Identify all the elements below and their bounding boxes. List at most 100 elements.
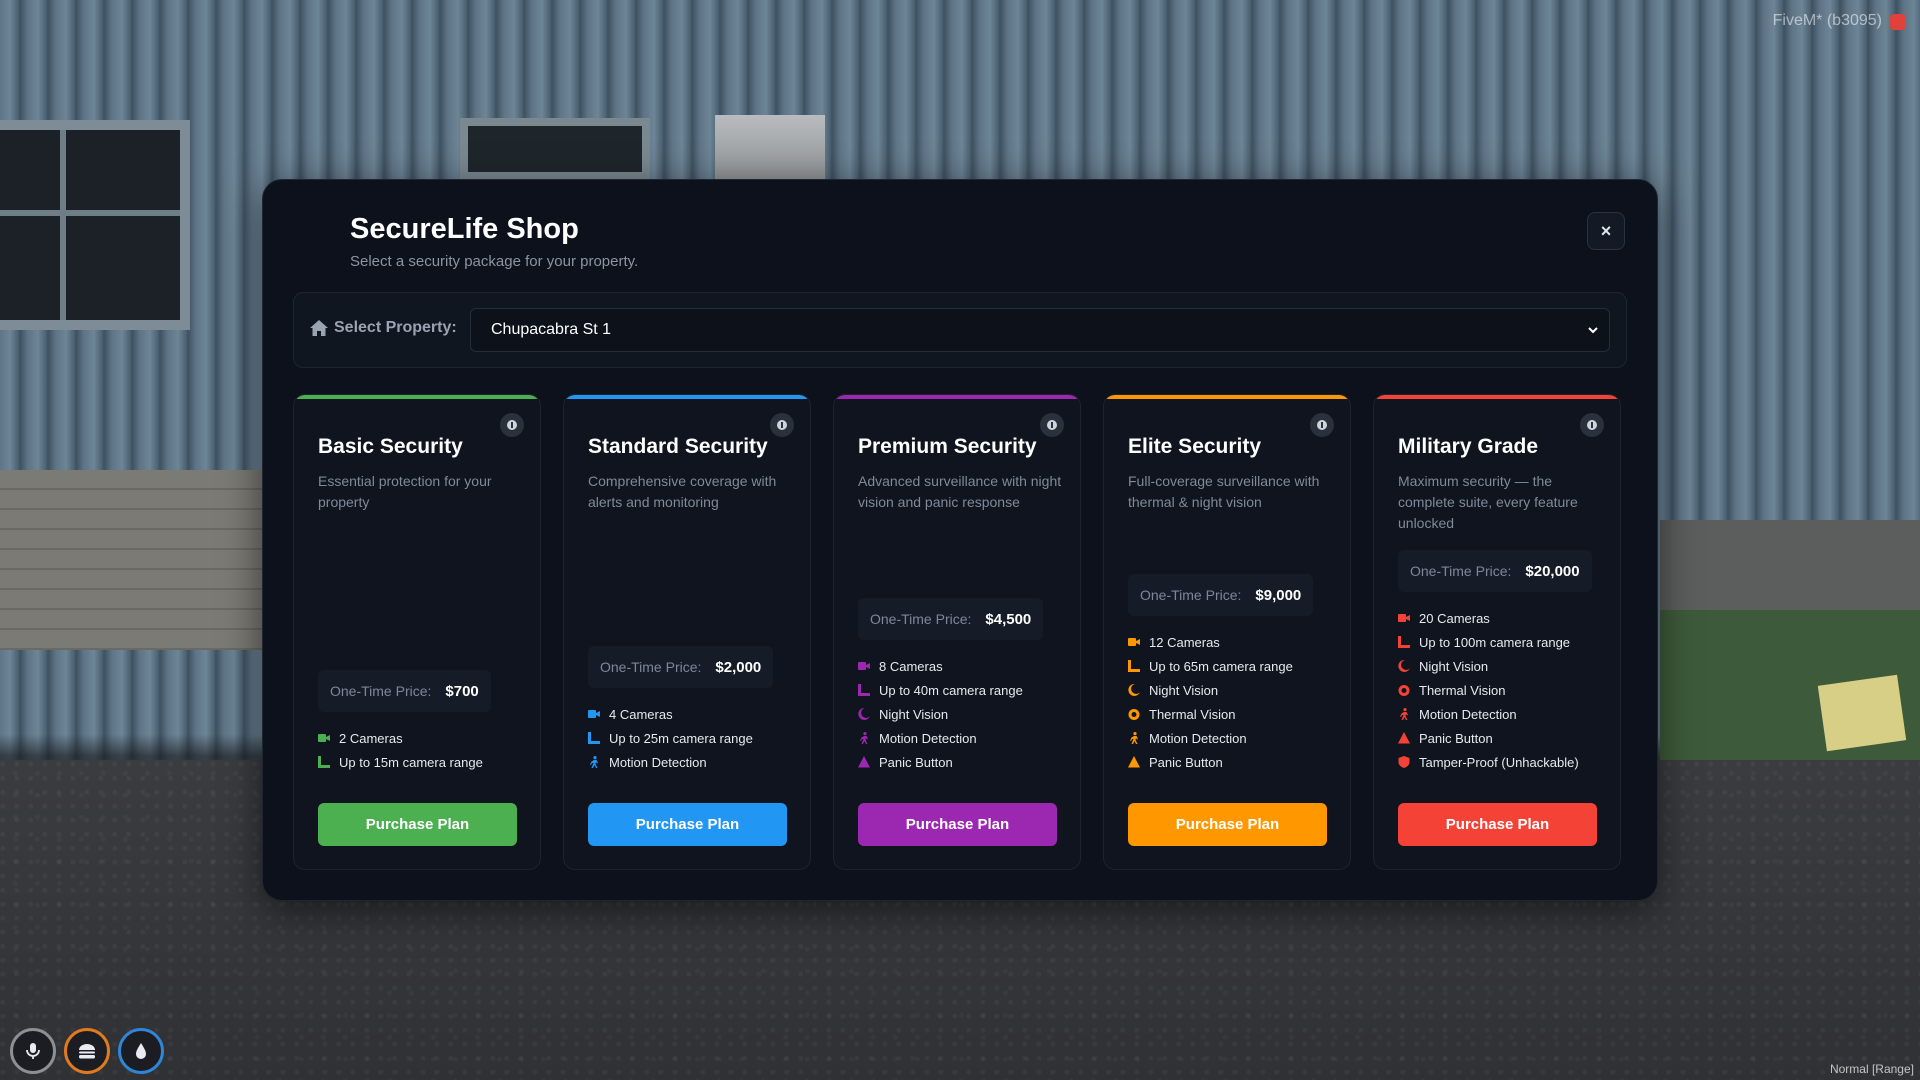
card-description: Comprehensive coverage with alerts and m… — [588, 473, 777, 510]
feature-item: Panic Button — [1128, 750, 1293, 774]
feature-item: 2 Cameras — [318, 726, 483, 750]
feature-item: Motion Detection — [1398, 702, 1579, 726]
info-icon[interactable] — [1310, 413, 1334, 437]
shop-modal: SecureLife Shop Select a security packag… — [262, 179, 1658, 901]
range-icon — [588, 732, 600, 744]
water-drop-icon — [136, 1043, 146, 1059]
fivem-watermark: FiveM* (b3095) — [1772, 12, 1882, 29]
feature-text: Night Vision — [879, 706, 949, 722]
card-title: Military Grade — [1398, 435, 1539, 458]
shield-icon — [1398, 756, 1410, 768]
feature-text: Up to 25m camera range — [609, 730, 753, 746]
price-label: One-Time Price: — [1410, 563, 1512, 579]
price-box: One-Time Price: $20,000 — [1398, 550, 1592, 592]
card-accent-bar — [564, 395, 810, 399]
card-description: Maximum security — the complete suite, e… — [1398, 473, 1578, 531]
feature-item: Motion Detection — [588, 750, 753, 774]
feature-item: Up to 40m camera range — [858, 678, 1023, 702]
info-icon[interactable] — [1580, 413, 1604, 437]
property-label: Select Property: — [310, 319, 457, 337]
feature-text: Up to 40m camera range — [879, 682, 1023, 698]
feature-text: Panic Button — [1149, 754, 1223, 770]
package-cards: Basic Security Essential protection for … — [293, 394, 1627, 870]
feature-item: Up to 25m camera range — [588, 726, 753, 750]
thermal-icon — [1398, 685, 1410, 696]
card-standard-security: Standard Security Comprehensive coverage… — [563, 394, 811, 870]
feature-item: Up to 65m camera range — [1128, 654, 1293, 678]
chevron-down-icon — [1588, 327, 1598, 334]
range-icon — [858, 684, 870, 696]
feature-item: Panic Button — [1398, 726, 1579, 750]
feature-item: Night Vision — [1398, 654, 1579, 678]
motion-icon — [1130, 732, 1138, 744]
range-icon — [1398, 636, 1410, 648]
feature-item: 20 Cameras — [1398, 606, 1579, 630]
feature-item: Motion Detection — [1128, 726, 1293, 750]
feature-text: 20 Cameras — [1419, 610, 1490, 626]
voice-range-mode: Normal [Range] — [1829, 1062, 1914, 1076]
motion-icon — [590, 756, 598, 768]
close-button[interactable]: × — [1587, 212, 1625, 250]
background-vent — [715, 115, 825, 183]
feature-list: 8 Cameras Up to 40m camera range Night V… — [858, 654, 1023, 774]
background-dumpster — [1660, 520, 1920, 800]
feature-item: Up to 15m camera range — [318, 750, 483, 774]
property-selector-bar: Select Property: Chupacabra St 1 — [293, 292, 1627, 368]
feature-text: 12 Cameras — [1149, 634, 1220, 650]
property-select[interactable]: Chupacabra St 1 — [470, 308, 1610, 352]
thirst-indicator — [118, 1028, 164, 1074]
card-premium-security: Premium Security Advanced surveillance w… — [833, 394, 1081, 870]
price-value: $2,000 — [715, 658, 762, 676]
price-label: One-Time Price: — [870, 611, 972, 627]
card-title: Standard Security — [588, 435, 768, 458]
price-box: One-Time Price: $700 — [318, 670, 491, 712]
purchase-plan-button[interactable]: Purchase Plan — [1398, 803, 1597, 846]
price-box: One-Time Price: $4,500 — [858, 598, 1044, 640]
microphone-icon — [26, 1043, 40, 1059]
warning-icon — [858, 756, 870, 768]
price-label: One-Time Price: — [330, 683, 432, 699]
motion-icon — [1400, 708, 1408, 720]
feature-list: 4 Cameras Up to 25m camera range Motion … — [588, 702, 753, 774]
info-icon[interactable] — [770, 413, 794, 437]
price-box: One-Time Price: $9,000 — [1128, 574, 1314, 616]
price-value: $20,000 — [1525, 562, 1580, 580]
feature-text: Thermal Vision — [1419, 682, 1506, 698]
burger-icon — [79, 1044, 95, 1059]
info-icon[interactable] — [500, 413, 524, 437]
camera-icon — [1398, 614, 1410, 622]
info-icon[interactable] — [1040, 413, 1064, 437]
card-description: Advanced surveillance with night vision … — [858, 473, 1062, 510]
feature-item: Tamper-Proof (Unhackable) — [1398, 750, 1579, 774]
warning-icon — [1398, 732, 1410, 744]
hunger-indicator — [64, 1028, 110, 1074]
feature-item: 12 Cameras — [1128, 630, 1293, 654]
feature-text: Tamper-Proof (Unhackable) — [1419, 754, 1579, 770]
background-window — [460, 118, 650, 180]
feature-text: Motion Detection — [1149, 730, 1247, 746]
moon-icon — [1128, 684, 1140, 696]
feature-text: 4 Cameras — [609, 706, 673, 722]
background-window — [0, 120, 190, 330]
card-accent-bar — [294, 395, 540, 399]
camera-icon — [1128, 638, 1140, 646]
purchase-plan-button[interactable]: Purchase Plan — [858, 803, 1057, 846]
card-basic-security: Basic Security Essential protection for … — [293, 394, 541, 870]
background-dumpster-sign — [1817, 674, 1907, 752]
price-value: $4,500 — [985, 610, 1032, 628]
range-icon — [318, 756, 330, 768]
property-select-value: Chupacabra St 1 — [491, 321, 612, 338]
purchase-plan-button[interactable]: Purchase Plan — [588, 803, 787, 846]
card-title: Premium Security — [858, 435, 1037, 458]
feature-text: Night Vision — [1149, 682, 1219, 698]
feature-text: Up to 100m camera range — [1419, 634, 1571, 650]
feature-text: Up to 65m camera range — [1149, 658, 1293, 674]
purchase-plan-button[interactable]: Purchase Plan — [318, 803, 517, 846]
modal-title: SecureLife Shop — [350, 213, 579, 245]
purchase-plan-button[interactable]: Purchase Plan — [1128, 803, 1327, 846]
feature-item: Night Vision — [858, 702, 1023, 726]
range-icon — [1128, 660, 1140, 672]
feature-item: Thermal Vision — [1398, 678, 1579, 702]
feature-text: Thermal Vision — [1149, 706, 1236, 722]
feature-list: 20 Cameras Up to 100m camera range Night… — [1398, 606, 1579, 774]
